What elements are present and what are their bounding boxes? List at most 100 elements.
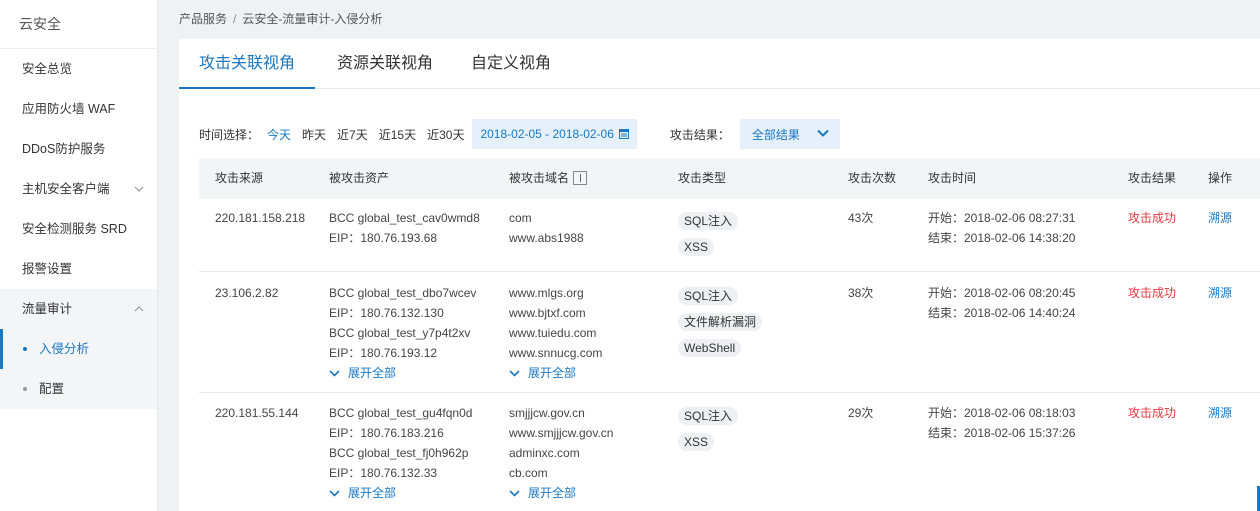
- sidebar-item-label: 报警设置: [22, 262, 73, 276]
- attack-type-tag: 文件解析漏洞: [678, 313, 763, 331]
- table-header: 攻击来源 被攻击资产 被攻击域名 攻击类型 攻击次数 攻击时间 攻击结果 操作: [199, 158, 1260, 199]
- cell-domains: www.mlgs.org www.bjtxf.com www.tuiedu.co…: [509, 283, 602, 383]
- time-option-15days[interactable]: 近15天: [379, 126, 416, 143]
- sidebar-item-label: 配置: [39, 382, 65, 396]
- time-option-30days[interactable]: 近30天: [427, 126, 464, 143]
- chevron-down-icon: [509, 369, 520, 377]
- asset-line: EIP：180.76.132.130: [329, 306, 444, 320]
- attack-type-tag: SQL注入: [678, 287, 739, 305]
- domain-line: www.mlgs.org: [509, 286, 584, 300]
- sidebar-item-label: 入侵分析: [39, 342, 90, 356]
- domain-line: www.tuiedu.com: [509, 326, 597, 340]
- date-range-picker[interactable]: 2018-02-05 - 2018-02-06: [472, 119, 637, 149]
- date-range-value: 2018-02-05 - 2018-02-06: [480, 127, 614, 141]
- trace-link[interactable]: 溯源: [1208, 208, 1232, 228]
- tab-attack-view[interactable]: 攻击关联视角: [179, 39, 315, 89]
- cell-count: 29次: [848, 406, 874, 420]
- attack-type-tag: SQL注入: [678, 212, 739, 230]
- cell-source: 220.181.55.144: [215, 406, 299, 420]
- sidebar-item-overview[interactable]: 安全总览: [0, 49, 157, 89]
- cell-count: 43次: [848, 211, 874, 225]
- attack-result-select[interactable]: 全部结果: [739, 119, 840, 149]
- cell-assets: BCC global_test_dbo7wcev EIP：180.76.132.…: [329, 283, 476, 383]
- expand-label: 展开全部: [348, 486, 397, 500]
- breadcrumb-current: 云安全-流量审计-入侵分析: [242, 12, 383, 26]
- sidebar-item-srd[interactable]: 安全检测服务 SRD: [0, 209, 157, 249]
- breadcrumb-root[interactable]: 产品服务: [179, 12, 227, 26]
- sidebar-item-label: 安全总览: [22, 62, 73, 76]
- attack-type-tag: WebShell: [678, 339, 742, 357]
- tab-resource-view[interactable]: 资源关联视角: [315, 39, 455, 89]
- header-domain: 被攻击域名: [509, 158, 588, 199]
- expand-assets-button[interactable]: 展开全部: [329, 483, 472, 503]
- sidebar-item-waf[interactable]: 应用防火墙 WAF: [0, 89, 157, 129]
- sidebar-item-host-security[interactable]: 主机安全客户端: [0, 169, 157, 209]
- chevron-down-icon: [329, 489, 340, 497]
- domain-line: www.bjtxf.com: [509, 306, 586, 320]
- cell-result: 攻击成功: [1128, 211, 1177, 225]
- attack-type-tag: XSS: [678, 433, 715, 451]
- start-time: 开始：2018-02-06 08:18:03: [928, 406, 1076, 420]
- sidebar-item-config[interactable]: 配置: [0, 369, 157, 409]
- domain-line: www.abs1988: [509, 231, 584, 245]
- tab-custom-view[interactable]: 自定义视角: [455, 39, 567, 89]
- sidebar-item-label: 应用防火墙 WAF: [22, 102, 116, 116]
- expand-domains-button[interactable]: 展开全部: [509, 483, 613, 503]
- cell-time: 开始：2018-02-06 08:27:31 结束：2018-02-06 14:…: [928, 208, 1075, 248]
- domain-line: cb.com: [509, 466, 548, 480]
- chevron-down-icon: [817, 129, 829, 137]
- cell-assets: BCC global_test_gu4fqn0d EIP：180.76.183.…: [329, 403, 472, 503]
- cell-result: 攻击成功: [1128, 286, 1177, 300]
- column-resize-icon[interactable]: [573, 170, 588, 185]
- time-option-7days[interactable]: 近7天: [337, 126, 368, 143]
- sidebar-title: 云安全: [0, 0, 157, 49]
- cell-source: 220.181.158.218: [215, 211, 306, 225]
- sidebar-item-label: DDoS防护服务: [22, 142, 106, 156]
- sidebar: 云安全 安全总览 应用防火墙 WAF DDoS防护服务 主机安全客户端 安全检测…: [0, 0, 158, 511]
- expand-assets-button[interactable]: 展开全部: [329, 363, 476, 383]
- asset-line: EIP：180.76.193.68: [329, 231, 438, 245]
- chevron-up-icon: [133, 289, 145, 329]
- calendar-icon: [618, 129, 629, 139]
- cell-types: SQL注入 文件解析漏洞 WebShell: [678, 287, 763, 365]
- sidebar-item-label: 流量审计: [22, 302, 73, 316]
- breadcrumb-separator: /: [233, 12, 237, 26]
- asset-line: EIP：180.76.193.12: [329, 346, 438, 360]
- header-type: 攻击类型: [678, 171, 727, 185]
- asset-line: EIP：180.76.183.216: [329, 426, 444, 440]
- header-source: 攻击来源: [215, 171, 264, 185]
- chevron-down-icon: [509, 489, 520, 497]
- cell-assets: BCC global_test_cav0wmd8 EIP：180.76.193.…: [329, 208, 480, 248]
- cell-types: SQL注入 XSS: [678, 212, 739, 264]
- expand-label: 展开全部: [528, 366, 577, 380]
- time-option-today[interactable]: 今天: [267, 126, 291, 143]
- cell-domains: smjjjcw.gov.cn www.smjjjcw.gov.cn adminx…: [509, 403, 613, 503]
- cell-domains: com www.abs1988: [509, 208, 584, 248]
- tab-bar: 攻击关联视角 资源关联视角 自定义视角: [179, 39, 1260, 89]
- sidebar-item-alerts[interactable]: 报警设置: [0, 249, 157, 289]
- cell-types: SQL注入 XSS: [678, 407, 739, 459]
- time-option-yesterday[interactable]: 昨天: [302, 126, 326, 143]
- table-row: 23.106.2.82 BCC global_test_dbo7wcev EIP…: [199, 272, 1260, 393]
- end-time: 结束：2018-02-06 15:37:26: [928, 426, 1076, 440]
- attack-result-label: 攻击结果：: [669, 127, 730, 142]
- attack-result-value: 全部结果: [751, 127, 800, 142]
- bullet-icon: [23, 347, 27, 351]
- sidebar-item-traffic-audit[interactable]: 流量审计: [0, 289, 157, 329]
- sidebar-item-intrusion-analysis[interactable]: 入侵分析: [0, 329, 157, 369]
- asset-line: BCC global_test_dbo7wcev: [329, 286, 477, 300]
- sidebar-item-ddos[interactable]: DDoS防护服务: [0, 129, 157, 169]
- end-time: 结束：2018-02-06 14:38:20: [928, 231, 1076, 245]
- time-select-label: 时间选择：: [199, 127, 260, 142]
- trace-link[interactable]: 溯源: [1208, 403, 1232, 423]
- header-domain-label: 被攻击域名: [509, 171, 570, 185]
- cell-result: 攻击成功: [1128, 406, 1177, 420]
- start-time: 开始：2018-02-06 08:20:45: [928, 286, 1076, 300]
- trace-link[interactable]: 溯源: [1208, 283, 1232, 303]
- header-action: 操作: [1208, 171, 1233, 185]
- asset-line: BCC global_test_gu4fqn0d: [329, 406, 473, 420]
- table-row: 220.181.158.218 BCC global_test_cav0wmd8…: [199, 199, 1260, 272]
- expand-label: 展开全部: [348, 366, 397, 380]
- attack-type-tag: XSS: [678, 238, 715, 256]
- expand-domains-button[interactable]: 展开全部: [509, 363, 602, 383]
